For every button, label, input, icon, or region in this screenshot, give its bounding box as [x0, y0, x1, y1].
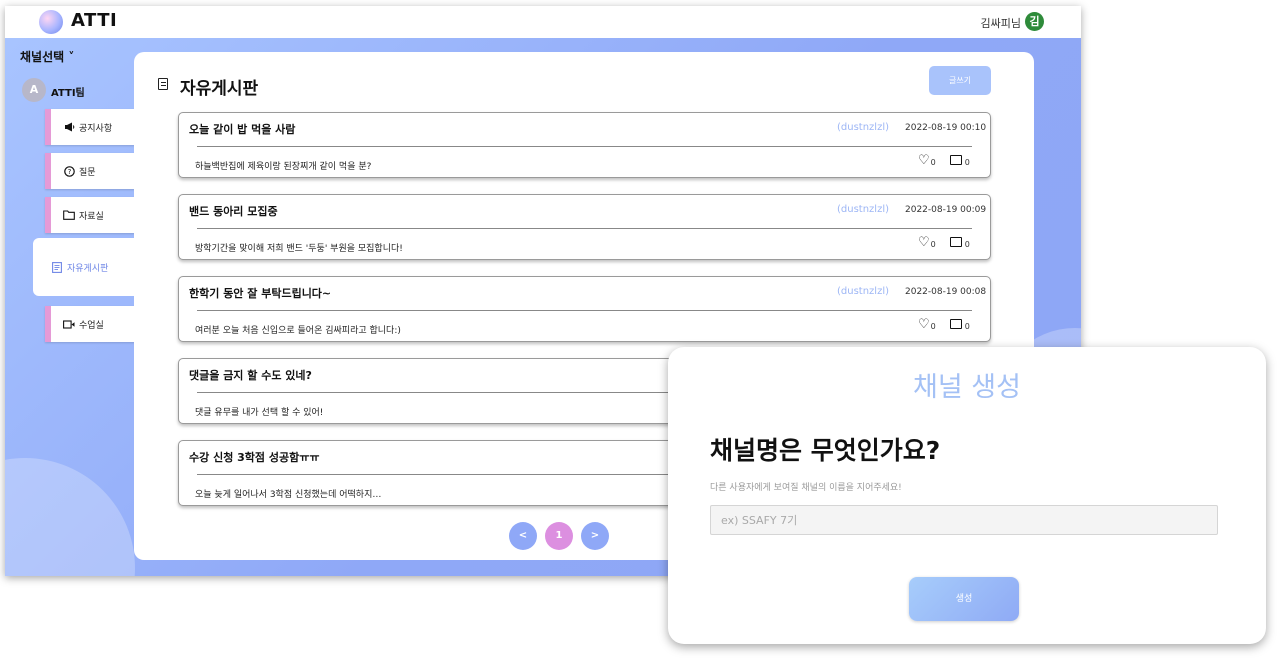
post-body: 여러분 오늘 처음 신입으로 들어온 김싸피라고 합니다:)	[195, 326, 401, 336]
post-author: (dustnzlzl)	[837, 286, 890, 297]
post-item[interactable]: 한학기 동안 잘 부탁드립니다~ (dustnzlzl) 2022-08-19 …	[178, 276, 991, 342]
post-title[interactable]: 한학기 동안 잘 부탁드립니다~	[189, 285, 331, 301]
modal-question: 채널명은 무엇인가요?	[710, 436, 941, 465]
question-icon: ?	[63, 165, 75, 177]
post-title[interactable]: 수강 신청 3학점 성공함ㅠㅠ	[189, 449, 319, 465]
brand-name[interactable]: ATTI	[71, 10, 117, 31]
team-avatar: A	[22, 78, 46, 102]
like-count: 0	[930, 322, 936, 331]
prev-page-button[interactable]: <	[509, 522, 537, 550]
board-icon	[158, 78, 168, 90]
post-stats: ♡ 0 0	[918, 318, 970, 331]
post-body: 댓글 유무를 내가 선택 할 수 있어!	[195, 408, 324, 418]
comment-icon[interactable]	[949, 155, 962, 165]
channel-name-input[interactable]	[710, 505, 1218, 535]
comment-icon[interactable]	[949, 319, 962, 329]
heart-icon[interactable]: ♡	[918, 236, 930, 249]
modal-title: 채널 생성	[913, 372, 1021, 403]
divider	[197, 146, 972, 147]
like-count: 0	[930, 158, 936, 167]
top-bar: ATTI 김싸피님 김	[5, 6, 1081, 38]
background-bubble	[5, 458, 135, 576]
current-page-button[interactable]: 1	[545, 522, 573, 550]
write-post-button[interactable]: 글쓰기	[929, 66, 991, 95]
svg-text:?: ?	[67, 168, 71, 176]
sidebar-item-classroom[interactable]: 수업실	[45, 306, 135, 342]
sidebar-item-label: 질문	[79, 167, 96, 178]
heart-icon[interactable]: ♡	[918, 154, 930, 167]
comment-icon[interactable]	[949, 237, 962, 247]
sidebar-item-label: 공지사항	[79, 123, 113, 134]
sidebar-item-notice[interactable]: 공지사항	[45, 109, 135, 145]
post-body: 하늘백반집에 제육이랑 된장찌개 같이 먹을 분?	[195, 162, 372, 172]
folder-icon	[63, 209, 75, 221]
comment-count: 0	[964, 322, 970, 331]
comment-count: 0	[964, 240, 970, 249]
heart-icon[interactable]: ♡	[918, 318, 930, 331]
post-body: 오늘 늦게 일어나서 3학점 신청했는데 어떡하지…	[195, 490, 382, 500]
post-item[interactable]: 오늘 같이 밥 먹을 사람 (dustnzlzl) 2022-08-19 00:…	[178, 112, 991, 178]
avatar[interactable]: 김	[1025, 12, 1044, 31]
divider	[197, 310, 972, 311]
post-title[interactable]: 오늘 같이 밥 먹을 사람	[189, 121, 295, 137]
sidebar-item-free-board[interactable]: 자유게시판	[33, 238, 143, 296]
username: 김싸피님	[980, 17, 1021, 30]
post-stats: ♡ 0 0	[918, 236, 970, 249]
board-icon	[51, 261, 63, 273]
create-channel-button[interactable]: 생성	[909, 577, 1019, 621]
page-title: 자유게시판	[180, 79, 259, 99]
modal-help-text: 다른 사용자에게 보여질 채널의 이름을 지어주세요!	[710, 483, 902, 493]
post-title[interactable]: 밴드 동아리 모집중	[189, 203, 278, 219]
sidebar-item-label: 자유게시판	[67, 263, 109, 274]
like-count: 0	[930, 240, 936, 249]
post-author: (dustnzlzl)	[837, 204, 890, 215]
post-date: 2022-08-19 00:09	[905, 205, 987, 215]
post-date: 2022-08-19 00:08	[905, 287, 987, 297]
post-item[interactable]: 밴드 동아리 모집중 (dustnzlzl) 2022-08-19 00:09 …	[178, 194, 991, 260]
sidebar-item-question[interactable]: ? 질문	[45, 153, 135, 189]
next-page-button[interactable]: >	[581, 522, 609, 550]
divider	[197, 228, 972, 229]
post-stats: ♡ 0 0	[918, 154, 970, 167]
logo-icon[interactable]	[39, 10, 63, 34]
video-icon	[63, 318, 75, 330]
megaphone-icon	[63, 121, 75, 133]
team-name[interactable]: ATTI팀	[51, 84, 85, 99]
channel-select-dropdown[interactable]: 채널선택 ˅	[20, 48, 74, 65]
sidebar-item-label: 자료실	[79, 211, 104, 222]
create-channel-modal: 채널 생성 채널명은 무엇인가요? 다른 사용자에게 보여질 채널의 이름을 지…	[668, 347, 1266, 644]
post-title[interactable]: 댓글을 금지 할 수도 있네?	[189, 367, 312, 383]
post-date: 2022-08-19 00:10	[905, 123, 987, 133]
comment-count: 0	[964, 158, 970, 167]
post-body: 방학기간을 맞이해 저희 밴드 '두둥' 부원을 모집합니다!	[195, 244, 403, 254]
sidebar-item-label: 수업실	[79, 320, 104, 331]
post-author: (dustnzlzl)	[837, 122, 890, 133]
sidebar-item-archive[interactable]: 자료실	[45, 197, 135, 233]
